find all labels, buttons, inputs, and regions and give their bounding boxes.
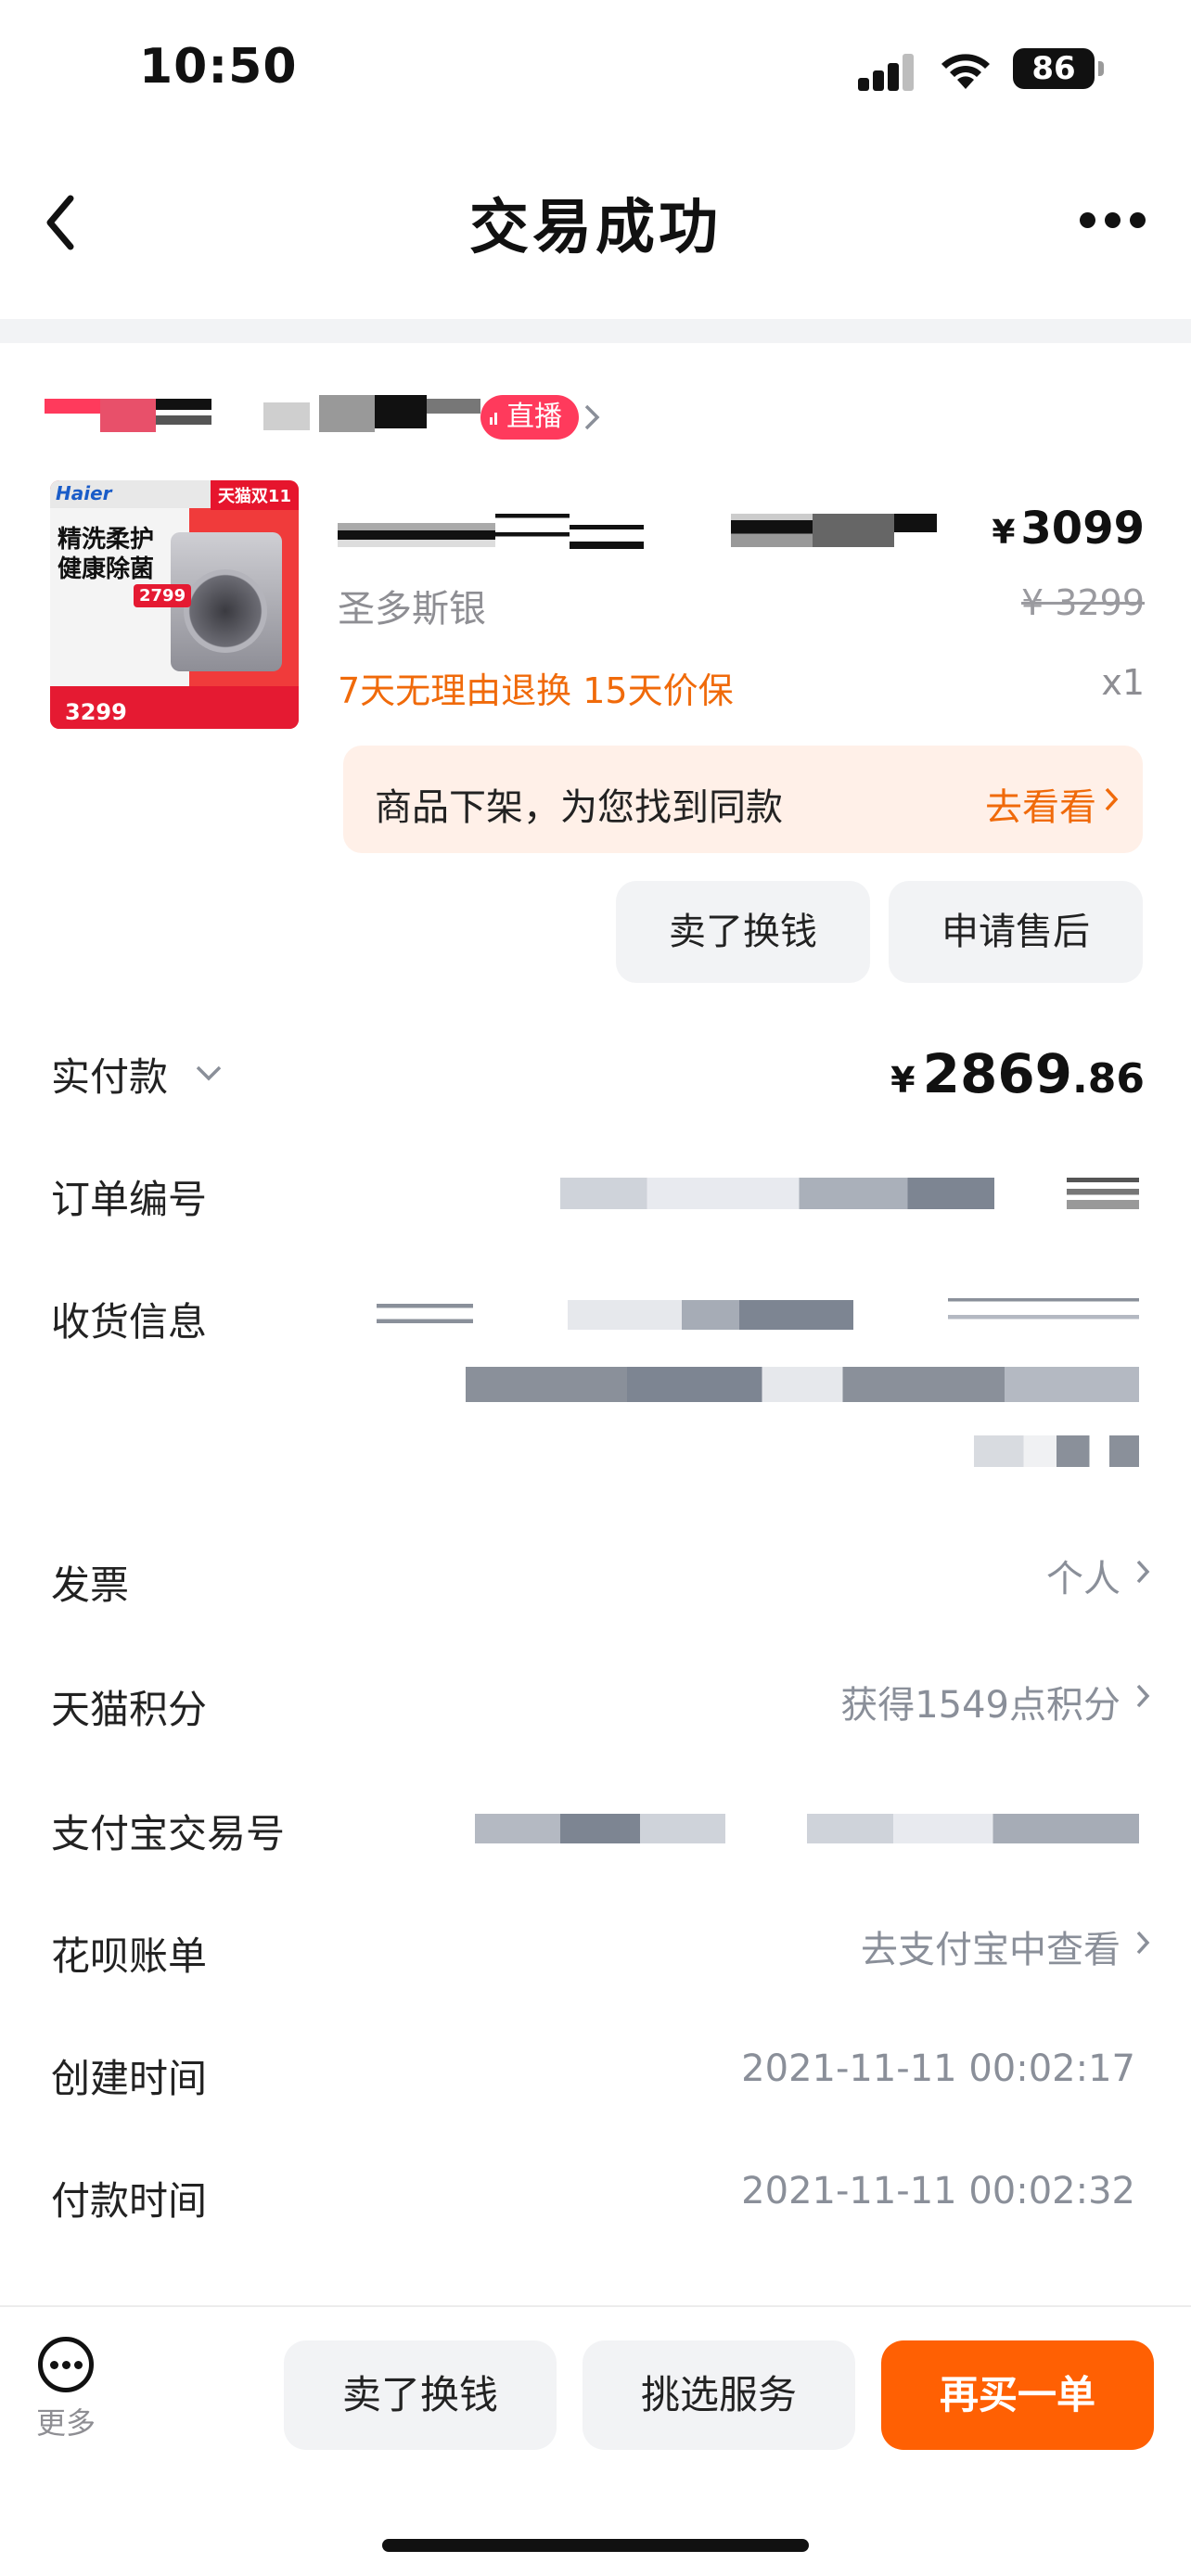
bottom-action-bar: 更多 卖了换钱 挑选服务 再买一单 [0,2305,1191,2576]
invoice-label: 发票 [51,1562,130,1608]
battery-tip [1098,61,1104,76]
payment-integer: 2869 [922,1042,1073,1105]
created-time-label: 创建时间 [51,2056,208,2101]
product-price: ¥3099 [992,503,1145,555]
redacted-block [974,1435,1139,1467]
more-dots-icon [38,2337,94,2392]
redacted-block [375,395,427,428]
paid-time-value: 2021-11-11 00:02:32 [741,2170,1135,2213]
redacted-block [731,514,813,547]
redacted-address [377,1304,473,1332]
shipping-info-label: 收货信息 [51,1299,208,1345]
points-value[interactable]: 获得1549点积分 [840,1675,1121,1728]
more-options-icon[interactable] [1076,206,1150,234]
status-time: 10:50 [139,39,298,95]
select-service-button[interactable]: 挑选服务 [583,2340,855,2450]
live-bars-icon [490,413,497,425]
redacted-block [813,514,894,547]
chevron-right-icon [1136,1931,1150,1955]
chevron-right-icon [1136,1684,1150,1708]
redacted-block [495,514,570,547]
live-badge-label: 直播 [506,401,562,433]
paid-time-label: 付款时间 [51,2178,208,2224]
payment-decimal: .86 [1072,1055,1145,1103]
after-sale-button[interactable]: 申请售后 [889,881,1143,983]
product-image-brand: Haier [56,482,112,504]
product-image-title: 精洗柔护 健康除菌 [58,525,154,584]
redacted-shop-name [45,399,100,414]
redacted-block [568,1300,853,1330]
redacted-block [100,399,156,432]
created-time-value: 2021-11-11 00:02:17 [741,2047,1135,2090]
product-image-title-line1: 精洗柔护 [58,526,155,554]
redacted-block [894,514,937,532]
redacted-block [427,399,480,414]
home-indicator [382,2539,809,2552]
washer-door [184,569,267,653]
redacted-block [319,395,375,432]
huabei-value[interactable]: 去支付宝中查看 [861,1919,1121,1973]
live-badge: 直播 [480,395,579,440]
huabei-label: 花呗账单 [51,1933,208,1979]
payment-total: ¥2869.86 [890,1042,1145,1105]
redacted-block [1067,1178,1139,1209]
product-image-price: 3299 [65,699,127,725]
buy-again-button[interactable]: 再买一单 [881,2340,1154,2450]
redacted-block [156,415,211,425]
nav-bar: 交易成功 [0,139,1191,315]
chevron-down-icon[interactable] [193,1063,224,1083]
notice-link[interactable]: 去看看 [985,777,1096,831]
chevron-right-icon [584,404,600,430]
product-image-price-bar: 3299 [50,686,299,729]
more-button[interactable]: 更多 [33,2337,98,2442]
section-divider [0,319,1191,343]
product-image-mid-price: 2799 [134,584,192,607]
redacted-block [948,1298,1139,1332]
signal-icon [858,54,916,91]
redacted-block [466,1367,1139,1402]
price-symbol: ¥ [992,514,1016,552]
chevron-right-icon [1136,1560,1150,1584]
product-image[interactable]: Haier 天猫双11 精洗柔护 健康除菌 2799 3299 [50,480,299,729]
battery-icon: 86 [1013,48,1095,89]
product-spec: 圣多斯银 [338,588,486,631]
invoice-value[interactable]: 个人 [1046,1549,1121,1602]
redacted-block [807,1814,1139,1843]
status-bar: 10:50 86 [0,0,1191,139]
product-image-tmall-badge: 天猫双11 [210,480,299,510]
redacted-block [263,402,310,430]
product-price-value: 3099 [1020,503,1145,555]
original-price: ¥ 3299 [1021,582,1145,623]
sell-button[interactable]: 卖了换钱 [616,881,870,983]
product-image-title-line2: 健康除菌 [58,555,155,583]
redacted-order-number [560,1178,994,1209]
wifi-icon [941,54,990,89]
more-button-label: 更多 [35,2405,96,2441]
redacted-product-title [338,523,495,547]
bottom-sell-button[interactable]: 卖了换钱 [284,2340,557,2450]
payment-symbol: ¥ [890,1060,916,1101]
product-image-top: Haier 天猫双11 [50,480,299,510]
service-tags: 7天无理由退换 15天价保 [338,670,734,711]
shop-row[interactable]: 直播 [45,389,694,445]
similar-item-notice[interactable]: 商品下架，为您找到同款 去看看 [343,746,1143,853]
redacted-block [570,525,644,549]
order-number-label: 订单编号 [51,1177,208,1222]
page-title: 交易成功 [469,194,722,262]
payment-label[interactable]: 实付款 [51,1046,168,1103]
alipay-trade-number-label: 支付宝交易号 [51,1811,286,1856]
quantity: x1 [1101,662,1145,703]
redacted-block [156,399,211,410]
notice-text: 商品下架，为您找到同款 [375,786,783,829]
redacted-alipay-number [475,1814,725,1843]
chevron-right-icon [1105,787,1119,811]
points-label: 天猫积分 [51,1687,208,1732]
